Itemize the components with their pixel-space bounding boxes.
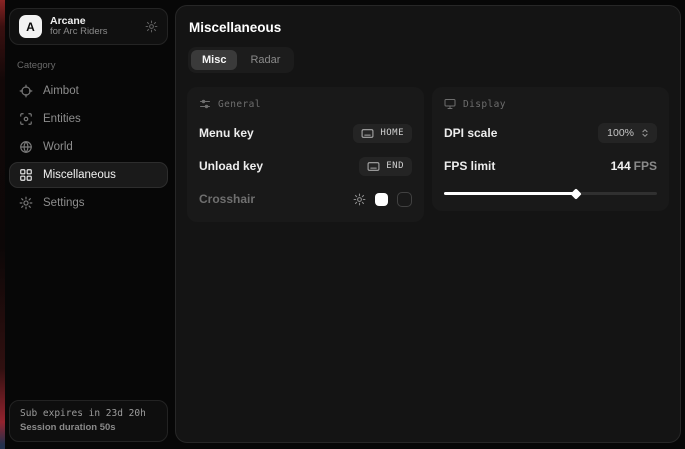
fps-limit-unit: FPS (634, 159, 657, 173)
fps-limit-row: FPS limit 144FPS (444, 156, 657, 176)
tab-bar: Misc Radar (188, 47, 294, 73)
tab-radar[interactable]: Radar (239, 50, 291, 70)
display-card: Display DPI scale 100% FPS limit (432, 87, 669, 211)
monitor-icon (444, 98, 456, 110)
subscription-card: Sub expires in 23d 20h Session duration … (9, 400, 168, 442)
sidebar-item-world[interactable]: World (9, 134, 168, 160)
sidebar: A Arcane for Arc Riders Category (4, 0, 175, 449)
crosshair-row: Crosshair (199, 189, 412, 209)
fps-limit-slider[interactable] (444, 188, 657, 198)
sidebar-nav: Aimbot Entities World (9, 78, 168, 216)
crosshair-checkbox[interactable] (397, 192, 412, 207)
menu-key-button[interactable]: HOME (353, 124, 412, 143)
menu-key-row: Menu key HOME (199, 123, 412, 143)
unload-key-label: Unload key (199, 159, 263, 173)
card-title: Display (463, 99, 506, 110)
sidebar-item-label: World (43, 141, 73, 153)
menu-key-value: HOME (380, 128, 404, 138)
cards-row: General Menu key HOME Unload key (187, 87, 669, 222)
sidebar-item-label: Entities (43, 113, 81, 125)
chevrons-up-down-icon (640, 128, 650, 138)
unload-key-button[interactable]: END (359, 157, 412, 176)
sidebar-item-label: Settings (43, 197, 85, 209)
dpi-scale-row: DPI scale 100% (444, 123, 657, 143)
gear-icon[interactable] (145, 20, 158, 33)
main-panel: Miscellaneous Misc Radar General Menu ke… (175, 5, 681, 443)
sidebar-item-settings[interactable]: Settings (9, 190, 168, 216)
keyboard-icon (361, 128, 374, 139)
sidebar-item-miscellaneous[interactable]: Miscellaneous (9, 162, 168, 188)
sidebar-item-aimbot[interactable]: Aimbot (9, 78, 168, 104)
dpi-scale-label: DPI scale (444, 126, 497, 140)
dpi-scale-value: 100% (607, 127, 634, 139)
crosshair-label: Crosshair (199, 192, 255, 206)
fps-limit-value: 144 (611, 159, 631, 173)
gear-icon[interactable] (353, 193, 366, 206)
crosshair-icon (19, 84, 33, 98)
brand-card: A Arcane for Arc Riders (9, 8, 168, 45)
fps-slider-fill (444, 192, 576, 195)
app-subtitle: for Arc Riders (50, 27, 137, 38)
sidebar-item-label: Miscellaneous (43, 169, 116, 181)
general-card: General Menu key HOME Unload key (187, 87, 424, 222)
crosshair-color-swatch[interactable] (375, 193, 388, 206)
globe-icon (19, 140, 33, 154)
scan-icon (19, 112, 33, 126)
session-duration-text: Session duration 50s (20, 422, 157, 433)
tab-misc[interactable]: Misc (191, 50, 237, 70)
card-title: General (218, 99, 261, 110)
sidebar-item-entities[interactable]: Entities (9, 106, 168, 132)
unload-key-value: END (386, 161, 404, 171)
keyboard-icon (367, 161, 380, 172)
slider-thumb[interactable] (570, 188, 581, 199)
page-title: Miscellaneous (189, 20, 669, 35)
unload-key-row: Unload key END (199, 156, 412, 176)
sub-expiry-text: Sub expires in 23d 20h (20, 408, 157, 419)
sliders-icon (199, 98, 211, 110)
sidebar-item-label: Aimbot (43, 85, 79, 97)
app-window: A Arcane for Arc Riders Category (4, 0, 685, 449)
grid-icon (19, 168, 33, 182)
app-logo: A (19, 15, 42, 38)
dpi-scale-select[interactable]: 100% (598, 123, 657, 143)
fps-limit-label: FPS limit (444, 159, 495, 173)
category-label: Category (17, 60, 168, 71)
menu-key-label: Menu key (199, 126, 254, 140)
gear-icon (19, 196, 33, 210)
